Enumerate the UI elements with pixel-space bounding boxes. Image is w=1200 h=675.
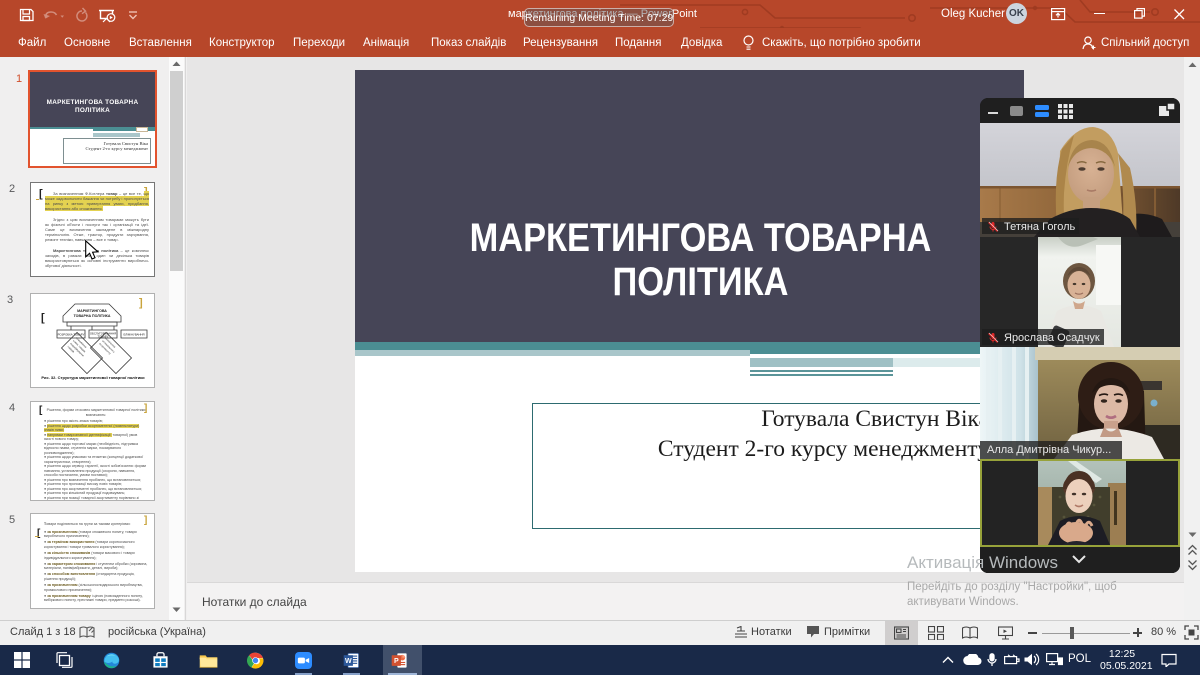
svg-text:W: W xyxy=(345,657,352,665)
svg-text:ЕЛІМІНУВАННЯ: ЕЛІМІНУВАННЯ xyxy=(123,333,144,337)
svg-text:Рис. 32. Структура маркетингов: Рис. 32. Структура маркетингової товарно… xyxy=(41,375,145,380)
svg-text:ТОВАРНА ПОЛІТИКА: ТОВАРНА ПОЛІТИКА xyxy=(74,314,111,318)
svg-text:РОЗРОБКА ТОВАРУ: РОЗРОБКА ТОВАРУ xyxy=(58,333,85,337)
svg-text:МАРКЕТИНГОВА: МАРКЕТИНГОВА xyxy=(77,309,107,313)
svg-text:P: P xyxy=(394,657,399,665)
